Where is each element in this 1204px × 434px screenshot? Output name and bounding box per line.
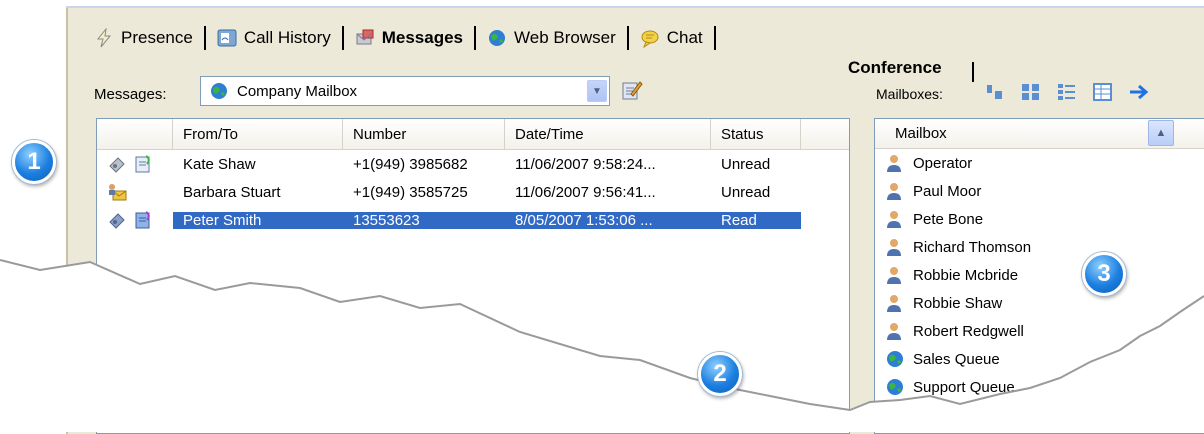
mailboxes-label: Mailboxes: bbox=[876, 86, 943, 102]
column-header-icons[interactable] bbox=[97, 119, 173, 149]
tab-divider bbox=[972, 62, 974, 82]
mailbox-item[interactable]: Sales Queue bbox=[875, 345, 1204, 373]
message-from: Barbara Stuart bbox=[183, 183, 281, 201]
person-icon bbox=[885, 181, 905, 201]
message-status: Read bbox=[711, 211, 801, 229]
message-number: +1(949) 3985682 bbox=[353, 155, 468, 173]
envelope-person-icon bbox=[107, 182, 127, 202]
callout-badge-1: 1 bbox=[12, 140, 56, 184]
message-from: Peter Smith bbox=[173, 211, 343, 229]
tab-web-browser[interactable]: Web Browser bbox=[483, 28, 620, 48]
tab-divider bbox=[474, 26, 477, 50]
person-icon bbox=[885, 153, 905, 173]
message-row-icons bbox=[97, 154, 173, 174]
callout-badge-3: 3 bbox=[1082, 252, 1126, 296]
messages-list-header: From/To Number Date/Time Status bbox=[97, 119, 849, 150]
fax-icon bbox=[133, 154, 153, 174]
message-status: Unread bbox=[721, 155, 771, 173]
column-header-from-to[interactable]: From/To bbox=[173, 119, 343, 149]
person-icon bbox=[885, 265, 905, 285]
mailbox-item[interactable]: Robert Redgwell bbox=[875, 317, 1204, 345]
mailbox-name: Pete Bone bbox=[913, 210, 984, 228]
person-icon bbox=[885, 321, 905, 341]
person-icon bbox=[885, 237, 905, 257]
tab-divider bbox=[626, 26, 629, 50]
voicemail-icon bbox=[107, 154, 127, 174]
message-status: Unread bbox=[721, 183, 771, 201]
mailbox-item[interactable]: Pete Bone bbox=[875, 205, 1204, 233]
callout-badge-2: 2 bbox=[698, 352, 742, 396]
message-from: Kate Shaw bbox=[183, 155, 256, 173]
message-row[interactable]: Kate Shaw +1(949) 3985682 11/06/2007 9:5… bbox=[97, 150, 849, 178]
tab-bar: Presence Call History Messages Web Brows… bbox=[90, 20, 723, 56]
tab-label: Messages bbox=[381, 28, 464, 47]
mailbox-select-value: Company Mailbox bbox=[237, 82, 358, 100]
mailbox-name: Paul Moor bbox=[913, 182, 982, 200]
globe-icon bbox=[885, 349, 905, 369]
mailbox-item[interactable]: Operator bbox=[875, 149, 1204, 177]
mailbox-name: Robbie Shaw bbox=[913, 294, 1003, 312]
message-number: 13553623 bbox=[343, 211, 505, 229]
message-datetime: 8/05/2007 1:53:06 ... bbox=[505, 211, 711, 229]
tab-divider bbox=[203, 26, 206, 50]
message-row-icons bbox=[97, 210, 173, 230]
column-header-datetime[interactable]: Date/Time bbox=[505, 119, 711, 149]
fax-read-icon bbox=[133, 210, 153, 230]
mailbox-item[interactable]: Robbie Mcbride bbox=[875, 261, 1204, 289]
application-window: Presence Call History Messages Web Brows… bbox=[66, 6, 1204, 434]
messages-label: Messages: bbox=[94, 86, 167, 103]
tab-presence[interactable]: Presence bbox=[90, 27, 197, 48]
globe-icon bbox=[209, 81, 229, 101]
message-row-selected[interactable]: Peter Smith 13553623 8/05/2007 1:53:06 .… bbox=[97, 206, 849, 234]
mailbox-name: Support Queue bbox=[913, 378, 1015, 396]
view-toolbar bbox=[984, 82, 1150, 102]
chevron-down-icon[interactable]: ▼ bbox=[587, 80, 607, 102]
message-row-icons bbox=[97, 182, 173, 202]
voicemail-icon bbox=[107, 210, 127, 230]
mailbox-select[interactable]: Company Mailbox ▼ bbox=[200, 76, 610, 106]
tiles-view-icon[interactable] bbox=[1020, 82, 1042, 102]
chat-bubble-icon bbox=[640, 28, 660, 49]
globe-icon bbox=[885, 377, 905, 397]
tab-label: Chat bbox=[666, 28, 703, 47]
tab-divider bbox=[341, 26, 344, 50]
mailbox-name: Robert Redgwell bbox=[913, 322, 1024, 340]
mailbox-item[interactable]: Robbie Shaw bbox=[875, 289, 1204, 317]
person-icon bbox=[885, 293, 905, 313]
small-icons-view-icon[interactable] bbox=[984, 82, 1006, 102]
mailbox-item[interactable]: Paul Moor bbox=[875, 177, 1204, 205]
message-datetime: 11/06/2007 9:56:41... bbox=[515, 183, 656, 201]
mailbox-name: Robbie Mcbride bbox=[913, 266, 1019, 284]
column-header-status[interactable]: Status bbox=[711, 119, 801, 149]
column-header-number[interactable]: Number bbox=[343, 119, 505, 149]
mailbox-name: Operator bbox=[913, 154, 973, 172]
tab-label: Call History bbox=[243, 28, 331, 47]
lightning-icon bbox=[94, 27, 114, 48]
mailbox-item[interactable]: Support Queue bbox=[875, 373, 1204, 401]
message-datetime: 11/06/2007 9:58:24... bbox=[515, 155, 656, 173]
mailbox-name: Sales Queue bbox=[913, 350, 1000, 368]
message-number: +1(949) 3585725 bbox=[353, 183, 468, 201]
mailboxes-list[interactable]: Mailbox Operator Paul Moor Pete Bone Ric… bbox=[874, 118, 1204, 434]
messages-icon bbox=[355, 28, 375, 48]
person-icon bbox=[885, 209, 905, 229]
mailbox-name: Richard Thomson bbox=[913, 238, 1032, 256]
tab-divider bbox=[713, 26, 716, 50]
arrow-right-icon[interactable] bbox=[1128, 82, 1150, 102]
edit-icon[interactable] bbox=[620, 78, 644, 102]
mailbox-item[interactable]: Richard Thomson bbox=[875, 233, 1204, 261]
message-row[interactable]: Barbara Stuart +1(949) 3585725 11/06/200… bbox=[97, 178, 849, 206]
tab-conference[interactable]: Conference bbox=[848, 58, 942, 78]
tab-call-history[interactable]: Call History bbox=[213, 28, 335, 48]
globe-icon bbox=[487, 28, 507, 48]
tab-messages[interactable]: Messages bbox=[351, 28, 467, 48]
scroll-up-button[interactable]: ▲ bbox=[1148, 120, 1174, 146]
tab-chat[interactable]: Chat bbox=[636, 28, 707, 49]
call-history-icon bbox=[217, 28, 237, 48]
list-view-icon[interactable] bbox=[1056, 82, 1078, 102]
details-view-icon[interactable] bbox=[1092, 82, 1114, 102]
tab-label: Web Browser bbox=[514, 28, 616, 47]
tab-label: Presence bbox=[121, 28, 193, 47]
